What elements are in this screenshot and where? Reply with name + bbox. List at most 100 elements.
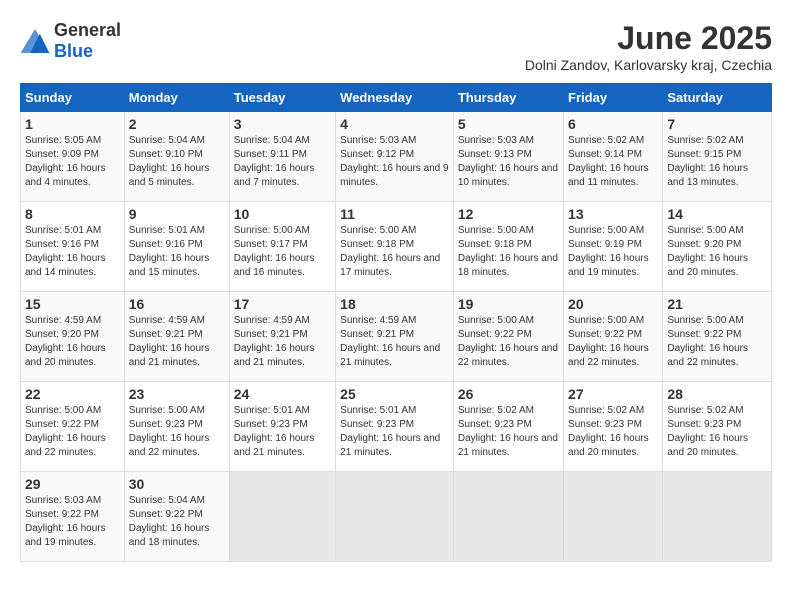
- day-number: 13: [568, 206, 658, 222]
- table-row: [663, 472, 772, 562]
- table-row: [453, 472, 563, 562]
- day-number: 19: [458, 296, 559, 312]
- day-number: 10: [234, 206, 331, 222]
- col-wednesday: Wednesday: [336, 84, 454, 112]
- table-row: 6 Sunrise: 5:02 AM Sunset: 9:14 PM Dayli…: [564, 112, 663, 202]
- day-info: Sunrise: 5:03 AM Sunset: 9:12 PM Dayligh…: [340, 134, 449, 190]
- page-header: General Blue June 2025 Dolni Zandov, Kar…: [20, 20, 772, 73]
- day-number: 25: [340, 386, 449, 402]
- day-info: Sunrise: 5:00 AM Sunset: 9:22 PM Dayligh…: [568, 314, 658, 370]
- day-number: 28: [667, 386, 767, 402]
- day-info: Sunrise: 5:01 AM Sunset: 9:16 PM Dayligh…: [25, 224, 120, 280]
- table-row: 30 Sunrise: 5:04 AM Sunset: 9:22 PM Dayl…: [124, 472, 229, 562]
- month-title: June 2025: [525, 20, 772, 57]
- day-info: Sunrise: 5:00 AM Sunset: 9:22 PM Dayligh…: [667, 314, 767, 370]
- day-number: 5: [458, 116, 559, 132]
- table-row: [564, 472, 663, 562]
- calendar-week-row: 15 Sunrise: 4:59 AM Sunset: 9:20 PM Dayl…: [21, 292, 772, 382]
- table-row: 3 Sunrise: 5:04 AM Sunset: 9:11 PM Dayli…: [229, 112, 335, 202]
- day-number: 4: [340, 116, 449, 132]
- title-area: June 2025 Dolni Zandov, Karlovarsky kraj…: [525, 20, 772, 73]
- day-info: Sunrise: 5:05 AM Sunset: 9:09 PM Dayligh…: [25, 134, 120, 190]
- day-number: 27: [568, 386, 658, 402]
- day-number: 11: [340, 206, 449, 222]
- day-info: Sunrise: 5:04 AM Sunset: 9:22 PM Dayligh…: [129, 494, 225, 550]
- table-row: 22 Sunrise: 5:00 AM Sunset: 9:22 PM Dayl…: [21, 382, 125, 472]
- col-friday: Friday: [564, 84, 663, 112]
- day-number: 15: [25, 296, 120, 312]
- table-row: 20 Sunrise: 5:00 AM Sunset: 9:22 PM Dayl…: [564, 292, 663, 382]
- table-row: 17 Sunrise: 4:59 AM Sunset: 9:21 PM Dayl…: [229, 292, 335, 382]
- calendar-week-row: 1 Sunrise: 5:05 AM Sunset: 9:09 PM Dayli…: [21, 112, 772, 202]
- table-row: 11 Sunrise: 5:00 AM Sunset: 9:18 PM Dayl…: [336, 202, 454, 292]
- calendar-header-row: Sunday Monday Tuesday Wednesday Thursday…: [21, 84, 772, 112]
- table-row: 5 Sunrise: 5:03 AM Sunset: 9:13 PM Dayli…: [453, 112, 563, 202]
- day-info: Sunrise: 5:02 AM Sunset: 9:15 PM Dayligh…: [667, 134, 767, 190]
- day-number: 9: [129, 206, 225, 222]
- day-number: 30: [129, 476, 225, 492]
- day-info: Sunrise: 4:59 AM Sunset: 9:21 PM Dayligh…: [340, 314, 449, 370]
- table-row: [229, 472, 335, 562]
- logo-icon: [20, 29, 50, 53]
- table-row: 21 Sunrise: 5:00 AM Sunset: 9:22 PM Dayl…: [663, 292, 772, 382]
- logo: General Blue: [20, 20, 121, 62]
- table-row: 14 Sunrise: 5:00 AM Sunset: 9:20 PM Dayl…: [663, 202, 772, 292]
- table-row: 27 Sunrise: 5:02 AM Sunset: 9:23 PM Dayl…: [564, 382, 663, 472]
- logo-text: General Blue: [54, 20, 121, 62]
- table-row: 23 Sunrise: 5:00 AM Sunset: 9:23 PM Dayl…: [124, 382, 229, 472]
- table-row: 24 Sunrise: 5:01 AM Sunset: 9:23 PM Dayl…: [229, 382, 335, 472]
- table-row: 1 Sunrise: 5:05 AM Sunset: 9:09 PM Dayli…: [21, 112, 125, 202]
- day-number: 3: [234, 116, 331, 132]
- table-row: 19 Sunrise: 5:00 AM Sunset: 9:22 PM Dayl…: [453, 292, 563, 382]
- day-info: Sunrise: 5:01 AM Sunset: 9:23 PM Dayligh…: [234, 404, 331, 460]
- day-number: 12: [458, 206, 559, 222]
- day-info: Sunrise: 5:02 AM Sunset: 9:23 PM Dayligh…: [568, 404, 658, 460]
- table-row: 13 Sunrise: 5:00 AM Sunset: 9:19 PM Dayl…: [564, 202, 663, 292]
- table-row: 9 Sunrise: 5:01 AM Sunset: 9:16 PM Dayli…: [124, 202, 229, 292]
- day-info: Sunrise: 5:04 AM Sunset: 9:10 PM Dayligh…: [129, 134, 225, 190]
- day-info: Sunrise: 5:04 AM Sunset: 9:11 PM Dayligh…: [234, 134, 331, 190]
- day-info: Sunrise: 5:00 AM Sunset: 9:17 PM Dayligh…: [234, 224, 331, 280]
- col-monday: Monday: [124, 84, 229, 112]
- day-info: Sunrise: 5:00 AM Sunset: 9:18 PM Dayligh…: [340, 224, 449, 280]
- day-number: 24: [234, 386, 331, 402]
- day-number: 22: [25, 386, 120, 402]
- day-info: Sunrise: 4:59 AM Sunset: 9:20 PM Dayligh…: [25, 314, 120, 370]
- col-saturday: Saturday: [663, 84, 772, 112]
- table-row: 18 Sunrise: 4:59 AM Sunset: 9:21 PM Dayl…: [336, 292, 454, 382]
- day-number: 17: [234, 296, 331, 312]
- day-number: 18: [340, 296, 449, 312]
- col-tuesday: Tuesday: [229, 84, 335, 112]
- table-row: 8 Sunrise: 5:01 AM Sunset: 9:16 PM Dayli…: [21, 202, 125, 292]
- table-row: 2 Sunrise: 5:04 AM Sunset: 9:10 PM Dayli…: [124, 112, 229, 202]
- table-row: [336, 472, 454, 562]
- calendar-week-row: 29 Sunrise: 5:03 AM Sunset: 9:22 PM Dayl…: [21, 472, 772, 562]
- day-info: Sunrise: 5:00 AM Sunset: 9:18 PM Dayligh…: [458, 224, 559, 280]
- table-row: 25 Sunrise: 5:01 AM Sunset: 9:23 PM Dayl…: [336, 382, 454, 472]
- calendar-table: Sunday Monday Tuesday Wednesday Thursday…: [20, 83, 772, 562]
- table-row: 10 Sunrise: 5:00 AM Sunset: 9:17 PM Dayl…: [229, 202, 335, 292]
- day-number: 21: [667, 296, 767, 312]
- day-number: 16: [129, 296, 225, 312]
- day-info: Sunrise: 5:02 AM Sunset: 9:14 PM Dayligh…: [568, 134, 658, 190]
- day-number: 29: [25, 476, 120, 492]
- day-info: Sunrise: 5:00 AM Sunset: 9:19 PM Dayligh…: [568, 224, 658, 280]
- day-info: Sunrise: 5:00 AM Sunset: 9:22 PM Dayligh…: [25, 404, 120, 460]
- table-row: 7 Sunrise: 5:02 AM Sunset: 9:15 PM Dayli…: [663, 112, 772, 202]
- table-row: 28 Sunrise: 5:02 AM Sunset: 9:23 PM Dayl…: [663, 382, 772, 472]
- table-row: 16 Sunrise: 4:59 AM Sunset: 9:21 PM Dayl…: [124, 292, 229, 382]
- day-number: 14: [667, 206, 767, 222]
- day-number: 8: [25, 206, 120, 222]
- col-sunday: Sunday: [21, 84, 125, 112]
- day-info: Sunrise: 5:01 AM Sunset: 9:23 PM Dayligh…: [340, 404, 449, 460]
- day-info: Sunrise: 5:02 AM Sunset: 9:23 PM Dayligh…: [458, 404, 559, 460]
- day-info: Sunrise: 5:00 AM Sunset: 9:22 PM Dayligh…: [458, 314, 559, 370]
- table-row: 12 Sunrise: 5:00 AM Sunset: 9:18 PM Dayl…: [453, 202, 563, 292]
- day-number: 2: [129, 116, 225, 132]
- table-row: 26 Sunrise: 5:02 AM Sunset: 9:23 PM Dayl…: [453, 382, 563, 472]
- day-number: 20: [568, 296, 658, 312]
- location-title: Dolni Zandov, Karlovarsky kraj, Czechia: [525, 57, 772, 73]
- day-number: 1: [25, 116, 120, 132]
- table-row: 4 Sunrise: 5:03 AM Sunset: 9:12 PM Dayli…: [336, 112, 454, 202]
- day-info: Sunrise: 4:59 AM Sunset: 9:21 PM Dayligh…: [129, 314, 225, 370]
